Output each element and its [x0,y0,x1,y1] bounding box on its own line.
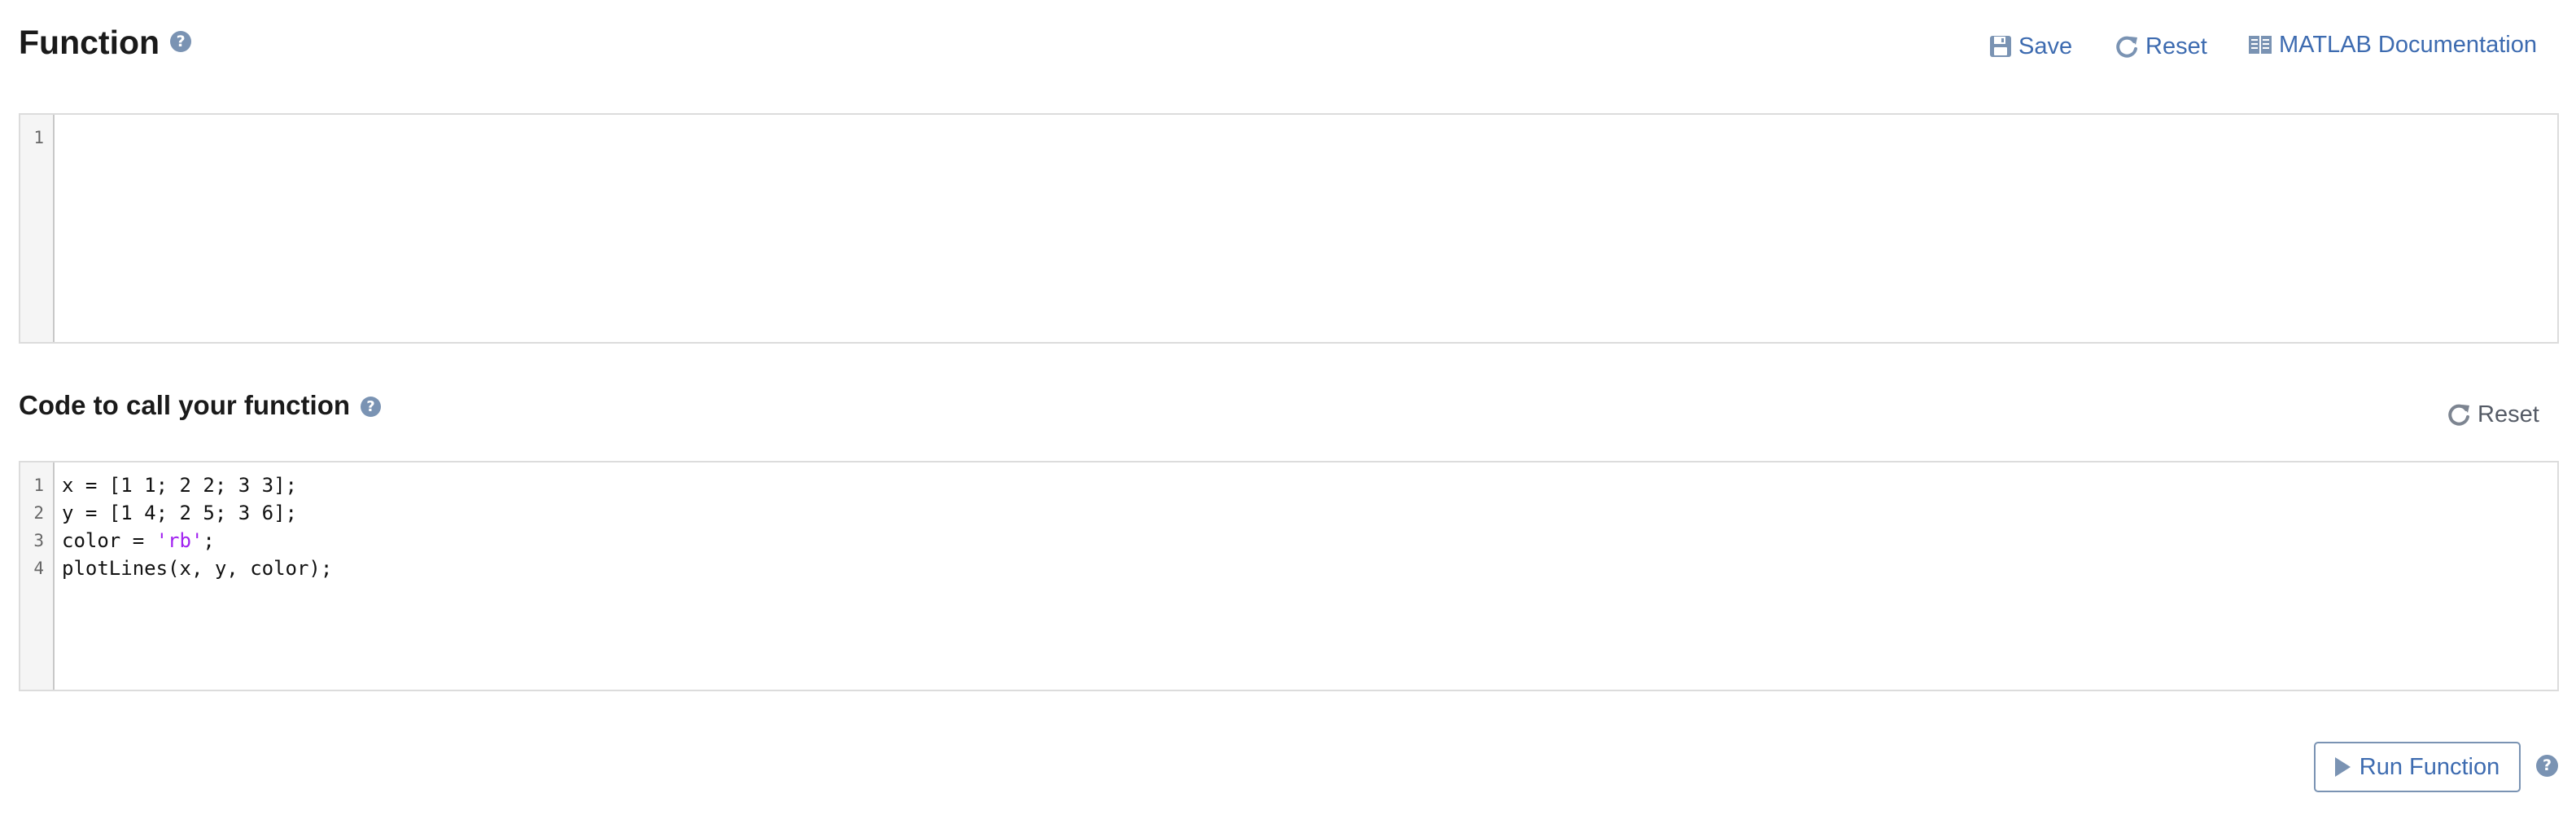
line-number: 3 [33,531,44,550]
code-text: plotLines(x, y, color); [62,557,333,580]
code-area[interactable] [62,124,2549,342]
code-line[interactable]: y = [1 4; 2 5; 3 6]; [62,499,2549,527]
line-number: 1 [33,128,44,147]
line-number-gutter: 1 2 3 4 [20,462,55,690]
code-line[interactable]: x = [1 1; 2 2; 3 3]; [62,471,2549,499]
reset-icon [2116,36,2137,58]
function-title: Function ? [19,20,192,65]
line-number: 1 [33,476,44,495]
line-number: 4 [33,559,44,578]
code-text: color = [62,529,156,552]
save-label: Save [2018,33,2073,59]
function-title-text: Function [19,23,160,61]
reset-label: Reset [2478,401,2539,427]
reset-call-code-button[interactable]: Reset [2448,398,2539,431]
reset-label: Reset [2145,33,2207,59]
call-code-title: Code to call your function ? [19,386,382,425]
save-button[interactable]: Save [1989,30,2072,63]
play-icon [2334,757,2351,777]
reset-icon [2448,404,2469,426]
call-code-title-text: Code to call your function [19,390,351,420]
function-code-editor[interactable]: 1 [19,113,2559,344]
code-text: ; [203,529,215,552]
code-text: y = [1 4; 2 5; 3 6]; [62,502,297,524]
call-code-editor[interactable]: 1 2 3 4 x = [1 1; 2 2; 3 3]; y = [1 4; 2… [19,461,2559,691]
run-function-button[interactable]: Run Function [2314,742,2521,792]
question-circle-icon[interactable]: ? [170,31,192,52]
code-line[interactable]: color = 'rb'; [62,527,2549,554]
line-number-gutter: 1 [20,115,55,342]
save-icon [1990,36,2011,57]
matlab-documentation-label: MATLAB Documentation [2279,31,2537,58]
code-area[interactable]: x = [1 1; 2 2; 3 3]; y = [1 4; 2 5; 3 6]… [62,471,2549,690]
reset-button[interactable]: Reset [2116,30,2207,63]
question-circle-icon[interactable]: ? [2536,755,2558,777]
code-line[interactable]: plotLines(x, y, color); [62,554,2549,582]
book-icon [2249,36,2272,54]
question-circle-icon[interactable]: ? [361,396,382,417]
code-line[interactable] [62,124,2549,151]
line-number: 2 [33,503,44,523]
run-function-label: Run Function [2359,753,2500,780]
code-text: x = [1 1; 2 2; 3 3]; [62,474,297,497]
string-literal: 'rb' [155,529,203,552]
matlab-documentation-link[interactable]: MATLAB Documentation [2248,28,2537,61]
